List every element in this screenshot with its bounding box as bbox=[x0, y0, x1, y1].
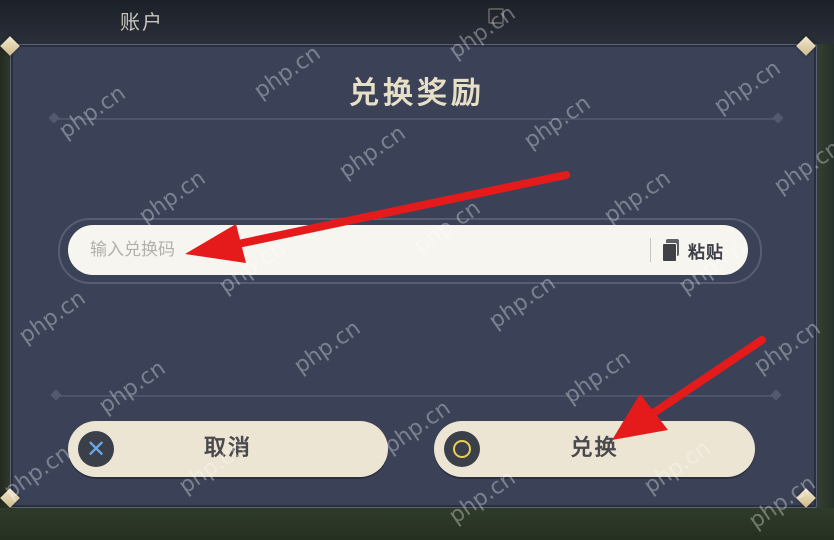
dialog-title: 兑换奖励 bbox=[349, 76, 485, 111]
corner-diamond-icon bbox=[0, 34, 24, 60]
corner-diamond-icon bbox=[794, 486, 820, 512]
background-scenery-bottom bbox=[0, 508, 834, 540]
redeem-button[interactable]: 兑换 bbox=[434, 421, 755, 477]
paste-separator bbox=[650, 238, 651, 262]
cancel-button-label: 取消 bbox=[203, 436, 252, 461]
paste-clipboard-icon bbox=[662, 239, 680, 262]
background-tab-icon bbox=[488, 8, 504, 24]
redeem-button-label: 兑换 bbox=[570, 436, 619, 461]
divider-top bbox=[56, 118, 778, 120]
background-tab-account: 账户 bbox=[120, 10, 164, 34]
divider-bottom bbox=[58, 395, 776, 397]
paste-label: 粘贴 bbox=[688, 242, 724, 263]
paste-button[interactable]: 粘贴 bbox=[662, 236, 724, 264]
corner-diamond-icon bbox=[0, 486, 24, 512]
cancel-button[interactable]: ✕ 取消 bbox=[68, 421, 388, 477]
redeem-code-input[interactable] bbox=[90, 230, 630, 270]
corner-diamond-icon bbox=[794, 34, 820, 60]
